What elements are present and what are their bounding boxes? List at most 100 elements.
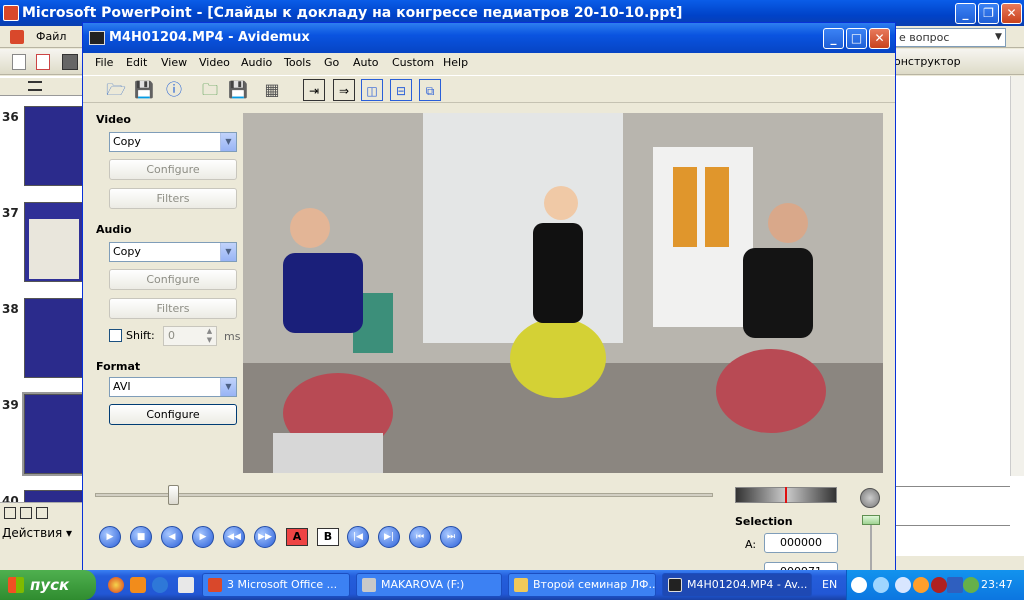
format-configure-button[interactable]: Configure <box>109 404 237 425</box>
open-folder-green-icon[interactable]: 🗀 <box>199 79 221 101</box>
side-by-side-icon[interactable]: ◫ <box>361 79 383 101</box>
menu-help[interactable]: Help <box>443 56 468 69</box>
volume-icon[interactable] <box>860 488 880 508</box>
separate-icon[interactable]: ⧉ <box>419 79 441 101</box>
volume-slider-handle[interactable] <box>862 515 880 525</box>
shift-checkbox[interactable] <box>109 329 122 342</box>
selection-label: Selection <box>735 515 793 528</box>
next-frame-icon[interactable]: ▶ <box>192 526 214 548</box>
previous-frame-icon[interactable]: ◀ <box>161 526 183 548</box>
designer-button[interactable]: онструктор <box>894 52 1014 72</box>
notes-area <box>894 486 1010 526</box>
quick-launch-icon[interactable] <box>178 577 194 593</box>
play-icon[interactable]: ▶ <box>99 526 121 548</box>
audio-filters-button[interactable]: Filters <box>109 298 237 319</box>
timeline-slider-handle[interactable] <box>168 485 179 505</box>
help-question-input[interactable]: е вопрос <box>894 28 1006 47</box>
go-to-start-icon[interactable]: ⏮ <box>409 526 431 548</box>
set-marker-a-button[interactable]: A <box>286 528 308 546</box>
slide-thumbnail[interactable] <box>24 298 84 378</box>
video-filters-button[interactable]: Filters <box>109 188 237 209</box>
taskbar-item-powerpoint[interactable]: 3 Microsoft Office ... <box>202 573 350 597</box>
calculator-icon[interactable]: ▦ <box>261 79 283 101</box>
tray-icon[interactable] <box>963 577 979 593</box>
audio-codec-select[interactable]: Copy ▼ <box>109 242 237 262</box>
audio-configure-button[interactable]: Configure <box>109 269 237 290</box>
menu-file[interactable]: Файл <box>36 30 66 43</box>
open-folder-icon[interactable]: 🗁 <box>105 79 127 101</box>
close-icon[interactable]: ✕ <box>869 28 890 49</box>
slide-thumbnail[interactable] <box>24 202 84 282</box>
next-keyframe-icon[interactable]: ▶| <box>378 526 400 548</box>
spinner-arrows-icon[interactable]: ▲ ▼ <box>203 327 216 345</box>
minimize-icon[interactable]: _ <box>823 28 844 49</box>
restore-icon[interactable]: ❐ <box>978 3 999 24</box>
slide-number: 36 <box>2 110 19 124</box>
timeline-slider[interactable] <box>95 493 713 497</box>
ppt-quick-icon[interactable] <box>130 577 146 593</box>
print-icon[interactable] <box>62 54 78 70</box>
tray-icon[interactable] <box>913 577 929 593</box>
chevron-down-icon[interactable]: ▼ <box>992 29 1005 46</box>
slide-thumbnail-selected[interactable] <box>22 392 86 476</box>
menu-file[interactable]: File <box>95 56 113 69</box>
document-icon <box>10 30 24 44</box>
menu-video[interactable]: Video <box>199 56 230 69</box>
menu-auto[interactable]: Auto <box>353 56 379 69</box>
previous-keyframe-icon[interactable]: |◀ <box>347 526 369 548</box>
tray-icon[interactable] <box>873 577 889 593</box>
menu-go[interactable]: Go <box>324 56 339 69</box>
slide-thumbnail[interactable] <box>24 106 84 186</box>
stop-icon[interactable]: ■ <box>130 526 152 548</box>
maximize-icon[interactable]: □ <box>846 28 867 49</box>
menu-tools[interactable]: Tools <box>284 56 311 69</box>
set-marker-b-button[interactable]: B <box>317 528 339 546</box>
flag-icon[interactable] <box>947 577 963 593</box>
tray-arrow-icon[interactable] <box>851 577 867 593</box>
tray-icon[interactable] <box>895 577 911 593</box>
close-icon[interactable]: ✕ <box>1001 3 1022 24</box>
video-codec-select[interactable]: Copy ▼ <box>109 132 237 152</box>
actions-menu[interactable]: Действия ▾ <box>2 526 72 540</box>
film-icon <box>89 31 105 45</box>
taskbar-item-label: 3 Microsoft Office ... <box>227 578 338 591</box>
language-indicator[interactable]: EN <box>822 578 837 591</box>
open-pdf-icon[interactable] <box>36 54 50 70</box>
taskbar-item-avidemux[interactable]: M4H01204.MP4 - Av... <box>662 573 812 597</box>
office-icon <box>208 578 222 592</box>
minimize-icon[interactable]: _ <box>955 3 976 24</box>
output-preview-icon[interactable]: ⇒ <box>333 79 355 101</box>
menu-view[interactable]: View <box>161 56 187 69</box>
save-icon[interactable]: 💾 <box>133 79 155 101</box>
taskbar-item-drive[interactable]: MAKAROVA (F:) <box>356 573 502 597</box>
menu-edit[interactable]: Edit <box>126 56 147 69</box>
ie-icon[interactable] <box>152 577 168 593</box>
chrome-icon[interactable] <box>108 577 124 593</box>
info-icon[interactable]: ⓘ <box>163 79 185 101</box>
format-value: AVI <box>113 380 131 393</box>
outline-icon[interactable] <box>28 81 42 91</box>
slideshow-view-icon[interactable] <box>36 507 48 519</box>
go-to-end-icon[interactable]: ⏭ <box>440 526 462 548</box>
new-document-icon[interactable] <box>12 54 26 70</box>
start-button[interactable]: пуск <box>0 570 96 600</box>
rewind-icon[interactable]: ◀◀ <box>223 526 245 548</box>
sorter-view-icon[interactable] <box>20 507 32 519</box>
menu-custom[interactable]: Custom <box>392 56 434 69</box>
video-configure-button[interactable]: Configure <box>109 159 237 180</box>
vertical-scrollbar[interactable] <box>1010 76 1024 476</box>
selection-a-field[interactable]: 000000 <box>764 533 838 553</box>
input-preview-icon[interactable]: ⇥ <box>303 79 325 101</box>
normal-view-icon[interactable] <box>4 507 16 519</box>
fast-forward-icon[interactable]: ▶▶ <box>254 526 276 548</box>
taskbar-item-folder[interactable]: Второй семинар ЛФ... <box>508 573 656 597</box>
menu-audio[interactable]: Audio <box>241 56 272 69</box>
save-video-icon[interactable]: 💾 <box>227 79 249 101</box>
tray-icon[interactable] <box>931 577 947 593</box>
avidemux-titlebar[interactable]: M4H01204.MP4 - Avidemux _ □ ✕ <box>83 23 895 53</box>
slides-tab[interactable] <box>0 78 84 96</box>
top-bottom-icon[interactable]: ⊟ <box>390 79 412 101</box>
volume-slider[interactable] <box>870 525 872 571</box>
format-select[interactable]: AVI ▼ <box>109 377 237 397</box>
taskbar-item-label: MAKAROVA (F:) <box>381 578 465 591</box>
